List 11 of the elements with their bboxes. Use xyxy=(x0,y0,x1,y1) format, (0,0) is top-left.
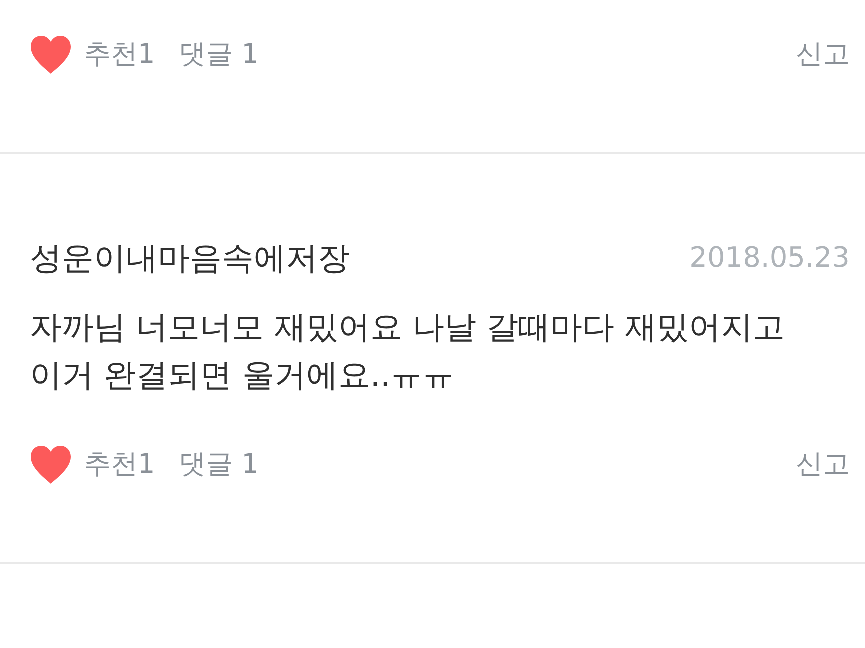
reply-count-link[interactable]: 댓글 1 xyxy=(179,34,259,76)
like-button[interactable]: 추천1 xyxy=(30,444,156,486)
heart-icon xyxy=(30,35,72,75)
reply-count-link[interactable]: 댓글 1 xyxy=(179,444,259,486)
report-link[interactable]: 신고 xyxy=(796,444,850,486)
comment-date: 2018.05.23 xyxy=(690,240,850,276)
author-name: 성운이내마음속에저장 xyxy=(30,238,350,278)
report-link[interactable]: 신고 xyxy=(796,34,850,76)
like-button[interactable]: 추천1 xyxy=(30,34,156,76)
comment-text: 자까님 너모너모 재밌어요 나날 갈때마다 재밌어지고 이거 완결되면 울거에요..ㅠㅠ xyxy=(30,307,786,396)
heart-icon xyxy=(30,445,72,485)
